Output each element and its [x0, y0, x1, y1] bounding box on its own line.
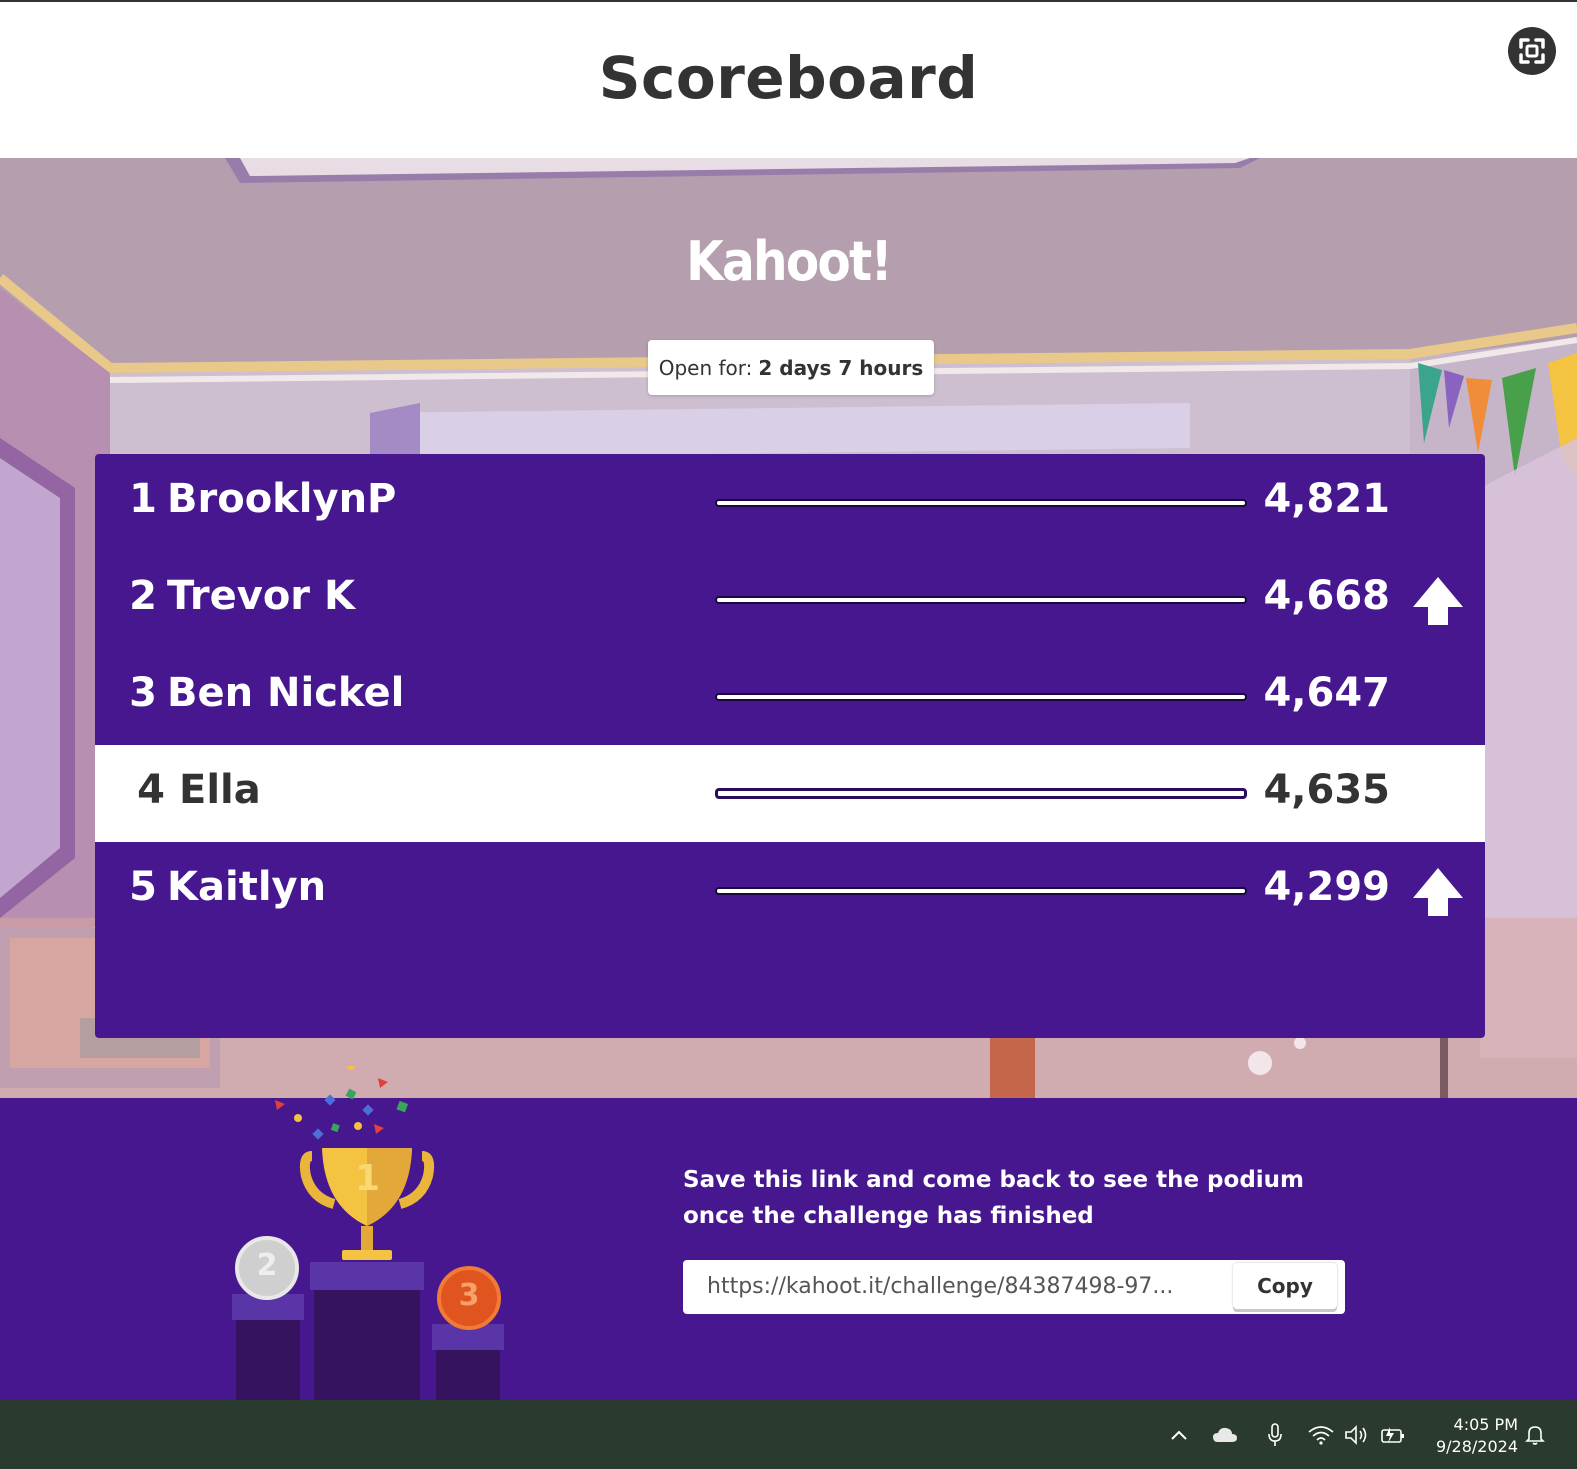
score-bar: [715, 596, 1247, 604]
player-rank: 5: [129, 864, 157, 910]
chevron-up-icon[interactable]: [1166, 1422, 1192, 1448]
save-link-message-line1: Save this link and come back to see the …: [683, 1167, 1304, 1193]
player-name: Ben Nickel: [167, 670, 405, 716]
page-title: Scoreboard: [598, 44, 979, 112]
player-name: Ella: [179, 767, 261, 813]
taskbar-clock[interactable]: 4:05 PM 9/28/2024: [1408, 1414, 1518, 1458]
clock-date: 9/28/2024: [1435, 1437, 1518, 1456]
player-name: Kaitlyn: [167, 864, 327, 910]
wifi-icon[interactable]: [1308, 1422, 1334, 1448]
podium-second-label: 2: [256, 1248, 278, 1283]
save-link-message-line2: once the challenge has finished: [683, 1203, 1094, 1229]
fullscreen-button[interactable]: [1508, 27, 1556, 75]
podium-trophy-illustration: [232, 1066, 504, 1400]
challenge-link-field[interactable]: https://kahoot.it/challenge/84387498-97.…: [683, 1260, 1345, 1314]
player-name: Trevor K: [167, 573, 355, 619]
podium-first-label: 1: [355, 1158, 381, 1199]
open-for-label: Open for:: [658, 355, 753, 380]
open-for-badge: Open for: 2 days 7 hours: [648, 340, 934, 395]
challenge-link-text[interactable]: https://kahoot.it/challenge/84387498-97.…: [707, 1274, 1207, 1299]
notification-bell-icon[interactable]: [1522, 1422, 1548, 1448]
leaderboard-row: 3 Ben Nickel 4,647: [95, 648, 1485, 745]
player-score: 4,821: [1263, 476, 1390, 522]
battery-icon[interactable]: [1380, 1422, 1406, 1448]
save-link-message: Save this link and come back to see the …: [683, 1162, 1333, 1234]
system-taskbar: 4:05 PM 9/28/2024: [0, 1400, 1577, 1469]
kahoot-logo: Kahoot!: [686, 230, 892, 293]
player-rank: 1: [129, 476, 157, 522]
player-score: 4,647: [1263, 670, 1390, 716]
player-score: 4,668: [1263, 573, 1390, 619]
copy-button[interactable]: Copy: [1233, 1263, 1337, 1309]
score-bar: [715, 788, 1247, 799]
player-rank: 3: [129, 670, 157, 716]
cloud-icon[interactable]: [1212, 1422, 1238, 1448]
arrow-up-icon: [1413, 868, 1463, 916]
leaderboard: 1 BrooklynP 4,821 2 Trevor K 4,668 3 Ben…: [95, 454, 1485, 1038]
footer-panel: 1 2 3 Save this link and come back to se…: [0, 1066, 1577, 1400]
leaderboard-row: 2 Trevor K 4,668: [95, 551, 1485, 648]
volume-icon[interactable]: [1344, 1422, 1370, 1448]
header-bar: Scoreboard: [0, 2, 1577, 158]
clock-time: 4:05 PM: [1453, 1415, 1518, 1434]
fullscreen-icon: [1519, 38, 1545, 64]
score-bar: [715, 887, 1247, 895]
player-rank: 4: [137, 767, 165, 813]
classroom-background: Kahoot! Open for: 2 days 7 hours 1 Brook…: [0, 158, 1577, 1098]
score-bar: [715, 499, 1247, 507]
leaderboard-row-current-player: 4 Ella 4,635: [95, 745, 1485, 842]
arrow-up-icon: [1413, 577, 1463, 625]
score-bar: [715, 693, 1247, 701]
leaderboard-row: 1 BrooklynP 4,821: [95, 454, 1485, 551]
player-rank: 2: [129, 573, 157, 619]
podium-third-label: 3: [458, 1278, 480, 1313]
open-for-value: 2 days 7 hours: [758, 355, 924, 380]
player-name: BrooklynP: [167, 476, 397, 522]
leaderboard-row: 5 Kaitlyn 4,299: [95, 842, 1485, 939]
player-score: 4,635: [1263, 767, 1390, 813]
player-score: 4,299: [1263, 864, 1390, 910]
microphone-icon[interactable]: [1262, 1422, 1288, 1448]
